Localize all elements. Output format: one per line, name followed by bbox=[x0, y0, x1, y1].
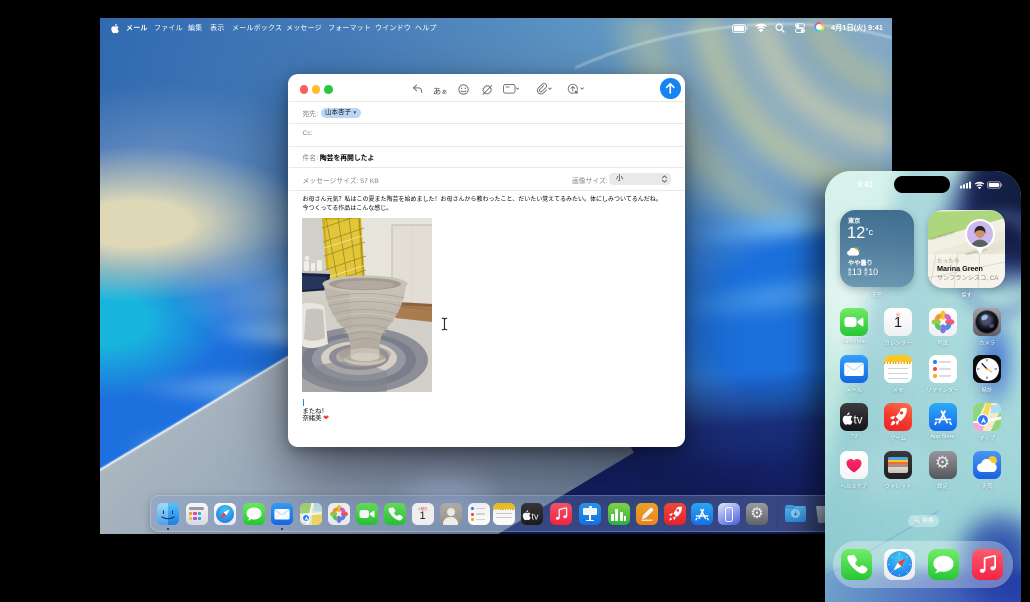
svg-text:tv: tv bbox=[532, 512, 540, 522]
svg-text:tv: tv bbox=[854, 415, 863, 427]
